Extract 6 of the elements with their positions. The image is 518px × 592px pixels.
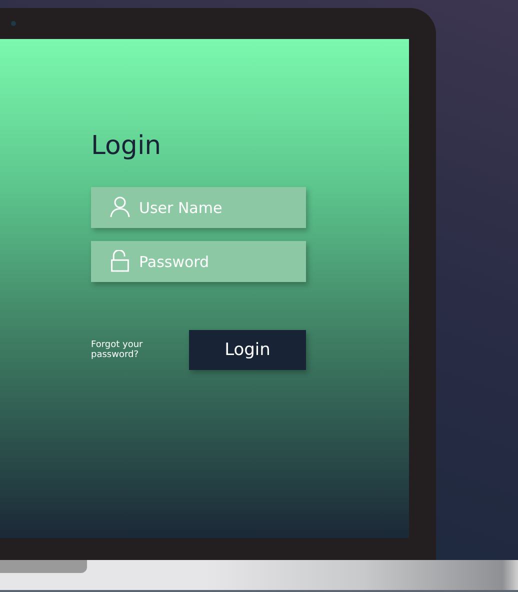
forgot-password-link[interactable]: Forgot your password? [91, 340, 161, 360]
input-field[interactable]: Password [91, 241, 306, 282]
login-button[interactable]: Login [189, 330, 306, 370]
login-title: Login [91, 131, 162, 161]
camera-icon [11, 21, 16, 26]
input-field[interactable]: User Name [91, 187, 306, 228]
